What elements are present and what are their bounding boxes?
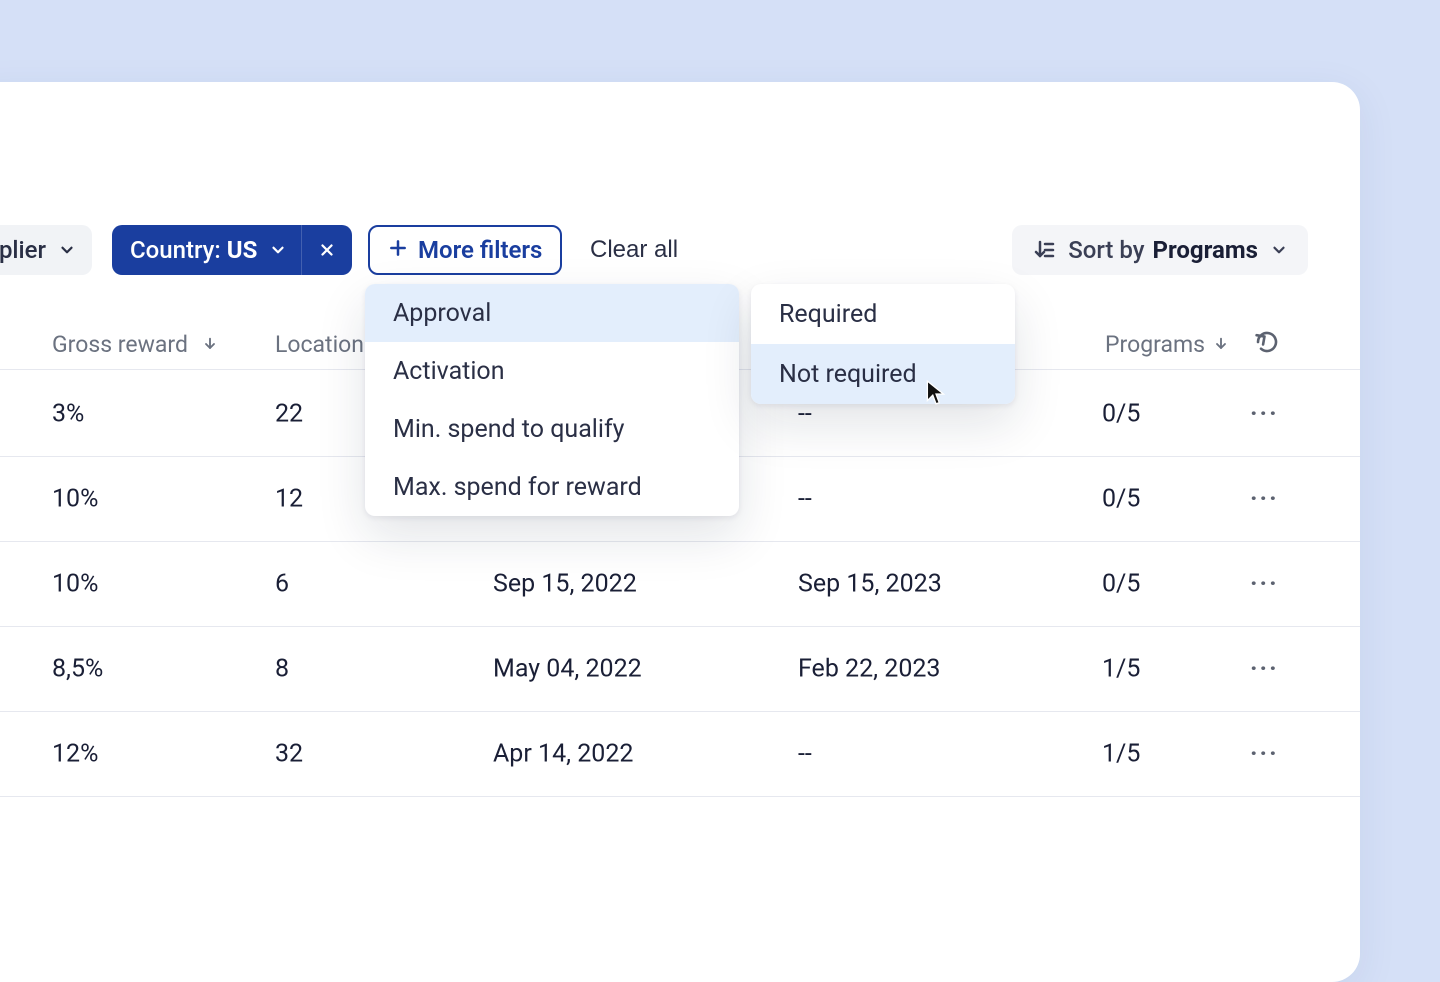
country-filter-pill[interactable]: Country: US (112, 225, 352, 275)
sort-icon (1032, 238, 1056, 262)
cell-locations: 32 (275, 740, 303, 769)
cell-programs: 1/5 (1102, 655, 1140, 684)
sort-by-label: Sort by (1068, 236, 1144, 264)
cell-reward: 10% (52, 570, 98, 599)
more-filters-label: More filters (418, 236, 542, 264)
cell-programs: 0/5 (1102, 570, 1140, 599)
filter-category-menu: Approval Activation Min. spend to qualif… (365, 284, 739, 516)
cell-locations: 8 (275, 655, 289, 684)
cell-end: -- (798, 485, 812, 514)
plus-icon (388, 235, 408, 265)
cell-end: Sep 15, 2023 (798, 570, 942, 599)
remove-filter-button[interactable] (302, 225, 352, 275)
column-label: Locations (275, 331, 376, 358)
cell-reward: 3% (52, 400, 84, 429)
menu-item-min-spend[interactable]: Min. spend to qualify (365, 400, 739, 458)
chevron-down-icon (269, 241, 287, 259)
clear-all-label: Clear all (590, 236, 678, 264)
cell-programs: 0/5 (1102, 400, 1140, 429)
menu-item-not-required[interactable]: Not required (751, 344, 1015, 404)
menu-item-approval[interactable]: Approval (365, 284, 739, 342)
menu-item-max-spend[interactable]: Max. spend for reward (365, 458, 739, 516)
filter-toolbar: plier Country: US More filters Clear all (0, 225, 1360, 275)
row-menu-button[interactable]: ··· (1250, 400, 1279, 429)
refresh-button[interactable] (1255, 330, 1279, 360)
supplier-label-fragment: plier (0, 236, 46, 264)
supplier-filter-pill[interactable]: plier (0, 225, 92, 275)
country-label: Country: (130, 236, 221, 264)
cell-locations: 6 (275, 570, 289, 599)
row-menu-button[interactable]: ··· (1250, 655, 1279, 684)
column-label: Gross reward (52, 331, 188, 358)
table-row[interactable]: 12% 32 Apr 14, 2022 -- 1/5 ··· (0, 712, 1360, 797)
cell-locations: 12 (275, 485, 303, 514)
column-label: Programs (1105, 331, 1205, 358)
row-menu-button[interactable]: ··· (1250, 485, 1279, 514)
cell-start: Sep 15, 2022 (493, 570, 637, 599)
cell-programs: 0/5 (1102, 485, 1140, 514)
cell-reward: 10% (52, 485, 98, 514)
chevron-down-icon (58, 241, 76, 259)
table-row[interactable]: 10% 6 Sep 15, 2022 Sep 15, 2023 0/5 ··· (0, 542, 1360, 627)
cell-reward: 12% (52, 740, 98, 769)
chevron-down-icon (1270, 241, 1288, 259)
column-header-locations[interactable]: Locations (275, 331, 376, 358)
column-header-programs[interactable]: Programs (1105, 331, 1229, 358)
sort-value: Programs (1152, 236, 1258, 264)
cell-programs: 1/5 (1102, 740, 1140, 769)
arrow-down-icon (1213, 331, 1229, 358)
country-value: US (227, 236, 258, 264)
cell-locations: 22 (275, 400, 303, 429)
clear-all-button[interactable]: Clear all (590, 225, 678, 275)
more-filters-button[interactable]: More filters (368, 225, 562, 275)
table-row[interactable]: 8,5% 8 May 04, 2022 Feb 22, 2023 1/5 ··· (0, 627, 1360, 712)
sort-button[interactable]: Sort by Programs (1012, 225, 1308, 275)
menu-item-activation[interactable]: Activation (365, 342, 739, 400)
arrow-down-icon (202, 331, 218, 358)
menu-item-required[interactable]: Required (751, 284, 1015, 344)
column-header-reward[interactable]: Gross reward (52, 331, 218, 358)
cell-end: Feb 22, 2023 (798, 655, 940, 684)
row-menu-button[interactable]: ··· (1250, 740, 1279, 769)
cell-end: -- (798, 740, 812, 769)
row-menu-button[interactable]: ··· (1250, 570, 1279, 599)
cell-start: Apr 14, 2022 (493, 740, 633, 769)
cell-reward: 8,5% (52, 655, 103, 684)
content-card: plier Country: US More filters Clear all (0, 82, 1360, 982)
approval-submenu: Required Not required (751, 284, 1015, 404)
cell-start: May 04, 2022 (493, 655, 642, 684)
